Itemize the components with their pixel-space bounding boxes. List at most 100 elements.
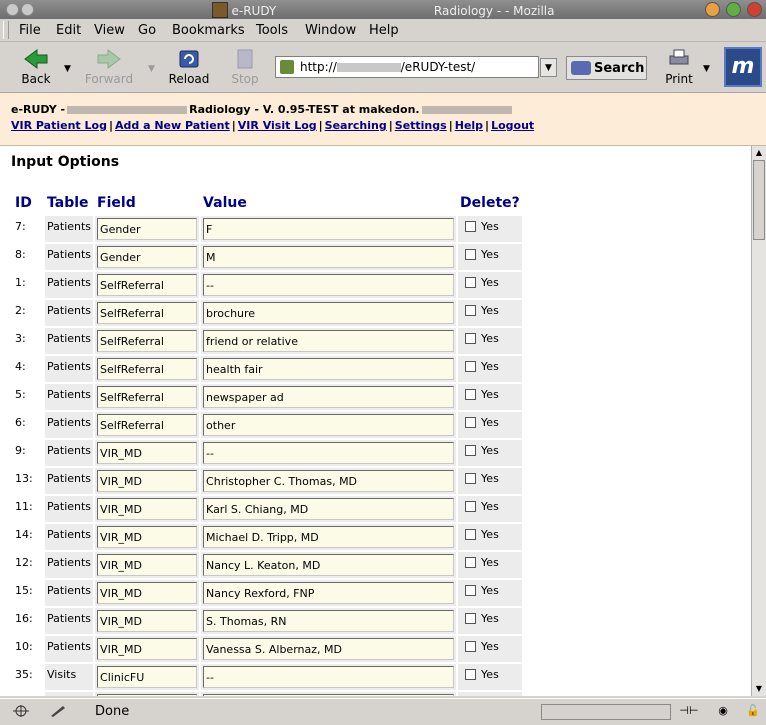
back-label: Back <box>21 72 51 86</box>
scroll-down-icon[interactable]: ▼ <box>753 683 765 695</box>
menu-bookmarks[interactable]: Bookmarks <box>172 23 245 38</box>
url-field[interactable]: http:// /eRUDY-test/ <box>275 56 539 78</box>
delete-checkbox[interactable] <box>465 417 477 428</box>
forward-dropdown-icon[interactable]: ▼ <box>148 64 155 74</box>
field-input[interactable] <box>97 666 198 688</box>
row-field-cell <box>95 300 200 326</box>
delete-checkbox[interactable] <box>465 669 477 680</box>
value-input[interactable] <box>203 666 455 688</box>
delete-checkbox[interactable] <box>465 473 477 484</box>
reload-label: Reload <box>168 72 210 86</box>
window-titlebar[interactable]: e-RUDY Radiology - - Mozilla <box>0 0 766 19</box>
field-input[interactable] <box>97 246 198 268</box>
menu-help[interactable]: Help <box>369 23 399 38</box>
delete-checkbox[interactable] <box>465 249 477 260</box>
field-input[interactable] <box>97 442 198 464</box>
menu-edit[interactable]: Edit <box>56 23 81 38</box>
value-input[interactable] <box>203 302 455 324</box>
print-dropdown-icon[interactable]: ▼ <box>703 64 710 74</box>
minimize-icon[interactable] <box>705 2 721 17</box>
menu-go[interactable]: Go <box>138 23 156 38</box>
field-input[interactable] <box>97 554 198 576</box>
scroll-thumb[interactable] <box>753 160 765 240</box>
value-input[interactable] <box>203 386 455 408</box>
back-button[interactable]: Back <box>14 42 58 92</box>
menu-file[interactable]: File <box>19 23 41 38</box>
maximize-icon[interactable] <box>726 2 742 17</box>
value-input[interactable] <box>203 442 455 464</box>
close-icon[interactable] <box>747 2 762 17</box>
field-input[interactable] <box>97 358 198 380</box>
value-input[interactable] <box>203 246 455 268</box>
value-input[interactable] <box>203 358 455 380</box>
row-id: 8: <box>13 244 43 270</box>
delete-checkbox[interactable] <box>465 333 477 344</box>
row-value-cell <box>201 272 457 298</box>
print-button[interactable]: Print <box>662 42 696 92</box>
field-input[interactable] <box>97 414 198 436</box>
reload-button[interactable]: Reload <box>166 42 212 92</box>
view-icon[interactable]: ◉ <box>712 704 734 718</box>
delete-checkbox[interactable] <box>465 613 477 624</box>
scroll-up-icon[interactable]: ▲ <box>753 147 765 159</box>
field-input[interactable] <box>97 610 198 632</box>
delete-checkbox[interactable] <box>465 305 477 316</box>
security-lock-icon[interactable]: 🔓 <box>742 704 764 718</box>
field-input[interactable] <box>97 386 198 408</box>
field-input[interactable] <box>97 218 198 240</box>
menu-view[interactable]: View <box>94 23 125 38</box>
forward-button[interactable]: Forward <box>82 42 136 92</box>
nav-vir-patient-log[interactable]: VIR Patient Log <box>11 119 107 132</box>
stop-button[interactable]: Stop <box>228 42 262 92</box>
delete-checkbox[interactable] <box>465 501 477 512</box>
nav-logout[interactable]: Logout <box>491 119 534 132</box>
delete-checkbox[interactable] <box>465 389 477 400</box>
field-input[interactable] <box>97 470 198 492</box>
value-input[interactable] <box>203 274 455 296</box>
value-input[interactable] <box>203 218 455 240</box>
value-input[interactable] <box>203 498 455 520</box>
nav-settings[interactable]: Settings <box>395 119 447 132</box>
nav-searching[interactable]: Searching <box>325 119 387 132</box>
url-dropdown-icon[interactable]: ▼ <box>540 58 557 77</box>
row-id: 35: <box>13 664 43 690</box>
back-dropdown-icon[interactable]: ▼ <box>64 64 71 74</box>
menu-tools[interactable]: Tools <box>256 23 288 38</box>
value-input[interactable] <box>203 638 455 660</box>
delete-checkbox[interactable] <box>465 445 477 456</box>
navigator-icon[interactable] <box>10 704 32 718</box>
delete-checkbox[interactable] <box>465 585 477 596</box>
field-input[interactable] <box>97 638 198 660</box>
field-input[interactable] <box>97 330 198 352</box>
value-input[interactable] <box>203 610 455 632</box>
field-input[interactable] <box>97 582 198 604</box>
field-input[interactable] <box>97 694 198 696</box>
field-input[interactable] <box>97 302 198 324</box>
value-input[interactable] <box>203 330 455 352</box>
delete-checkbox[interactable] <box>465 361 477 372</box>
delete-checkbox[interactable] <box>465 557 477 568</box>
value-input[interactable] <box>203 554 455 576</box>
field-input[interactable] <box>97 498 198 520</box>
value-input[interactable] <box>203 414 455 436</box>
delete-checkbox[interactable] <box>465 277 477 288</box>
composer-icon[interactable] <box>47 704 69 718</box>
field-input[interactable] <box>97 274 198 296</box>
menubar-grip[interactable] <box>3 21 9 39</box>
value-input[interactable] <box>203 582 455 604</box>
delete-checkbox[interactable] <box>465 529 477 540</box>
mozilla-logo[interactable]: m <box>724 47 762 87</box>
nav-help[interactable]: Help <box>455 119 483 132</box>
value-input[interactable] <box>203 470 455 492</box>
value-input[interactable] <box>203 694 455 696</box>
row-table: Visits <box>45 664 94 690</box>
value-input[interactable] <box>203 526 455 548</box>
nav-add-patient[interactable]: Add a New Patient <box>115 119 230 132</box>
nav-vir-visit-log[interactable]: VIR Visit Log <box>238 119 317 132</box>
vertical-scrollbar[interactable]: ▲ ▼ <box>751 146 766 696</box>
menu-window[interactable]: Window <box>305 23 356 38</box>
search-button[interactable]: Search <box>566 56 647 80</box>
field-input[interactable] <box>97 526 198 548</box>
delete-checkbox[interactable] <box>465 221 477 232</box>
delete-checkbox[interactable] <box>465 641 477 652</box>
